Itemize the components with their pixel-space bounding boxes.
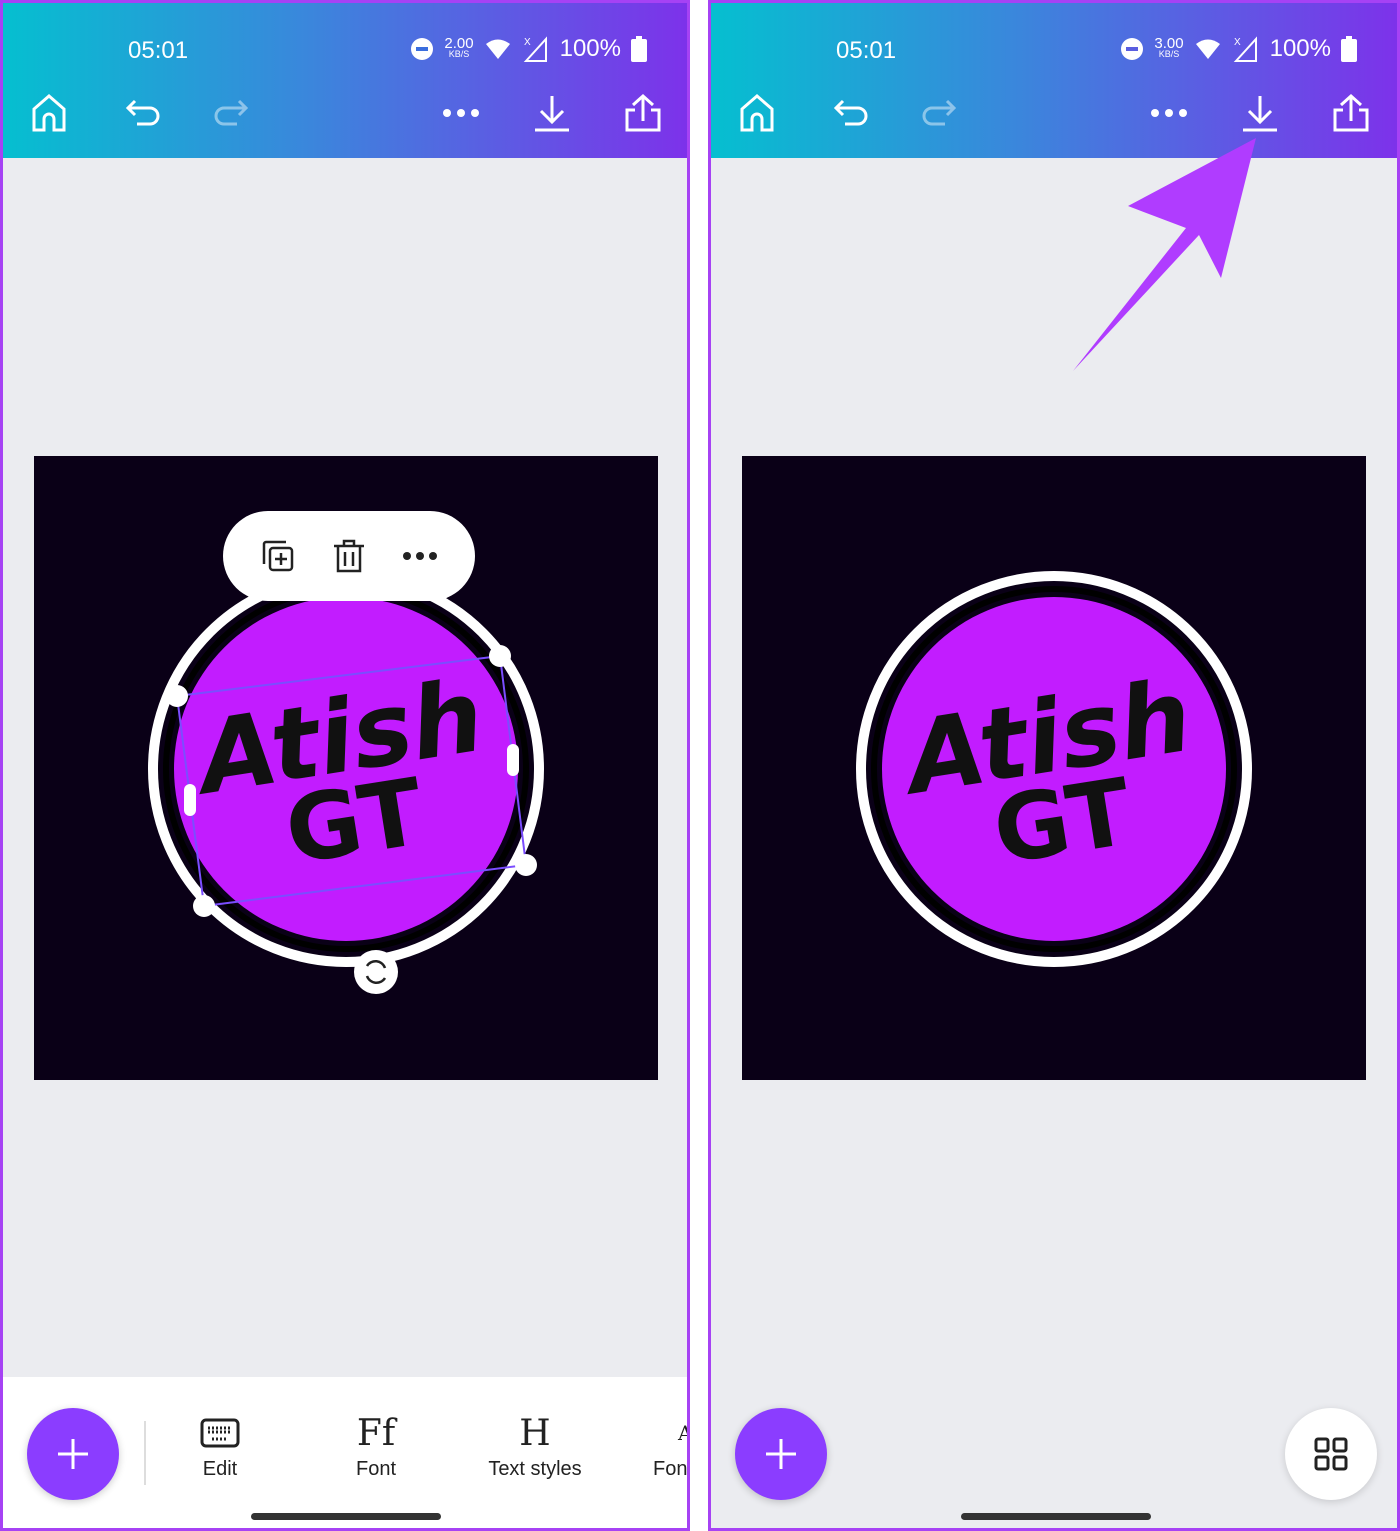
battery-percent: 100% [559, 35, 621, 62]
annotation-arrow [1073, 138, 1256, 371]
rotate-handle[interactable] [354, 950, 398, 994]
phone-screen-left: 05:01 2.00 KB/S X 100% Atish GT Edit Ff Fo… [0, 0, 690, 1531]
status-time: 05:01 [128, 37, 189, 64]
more-icon [443, 109, 479, 117]
download-icon [535, 96, 569, 132]
logo-text-line2: GT [987, 758, 1139, 885]
svg-text:X: X [524, 37, 531, 48]
tool-text-styles[interactable]: H Text styles [470, 1408, 600, 1481]
tool-font-size[interactable]: AFont [653, 1408, 690, 1481]
share-button[interactable] [621, 91, 665, 135]
keyboard-icon [200, 1418, 240, 1448]
home-indicator[interactable] [961, 1513, 1151, 1520]
add-button[interactable] [735, 1408, 827, 1500]
plus-icon [766, 1439, 796, 1469]
pages-grid-button[interactable] [1285, 1408, 1377, 1500]
home-indicator[interactable] [251, 1513, 441, 1520]
undo-button[interactable] [121, 91, 165, 135]
plus-icon [58, 1439, 88, 1469]
heading-icon: H [519, 1412, 551, 1454]
grid-icon [1314, 1437, 1348, 1471]
tool-label: Edit [202, 1458, 238, 1480]
element-context-menu [223, 511, 475, 601]
tool-label: Text styles [488, 1458, 582, 1480]
home-icon [32, 94, 66, 132]
delete-icon[interactable] [331, 538, 367, 574]
duplicate-icon[interactable] [260, 538, 296, 574]
font-size-icon: A [653, 1408, 687, 1458]
wifi-icon [485, 39, 510, 59]
undo-icon [125, 99, 160, 126]
home-button[interactable] [27, 91, 71, 135]
logo-text-line2: GT [279, 758, 431, 885]
download-button[interactable] [530, 91, 574, 135]
add-button[interactable] [27, 1408, 119, 1500]
more-button[interactable] [439, 91, 483, 135]
no-signal-icon: X [523, 36, 547, 62]
divider [144, 1421, 146, 1485]
redo-button[interactable] [209, 91, 253, 135]
phone-screen-right: 05:01 3.00 KB/S X 100% Atish GT [708, 0, 1400, 1531]
design-canvas[interactable]: Atish GT [742, 456, 1366, 1080]
top-bar: 05:01 2.00 KB/S X 100% [3, 3, 687, 158]
network-speed: 2.00 KB/S [444, 35, 474, 59]
share-icon [625, 93, 661, 132]
tool-label: Font [653, 1458, 690, 1480]
tool-edit[interactable]: Edit [155, 1408, 285, 1481]
font-icon: Ff [356, 1412, 396, 1454]
dnd-icon [411, 38, 434, 60]
more-icon[interactable] [402, 551, 438, 561]
battery-icon [631, 36, 647, 62]
status-icons: 2.00 KB/S X 100% [410, 35, 647, 63]
logo-graphic: Atish GT [856, 571, 1252, 967]
redo-icon [214, 99, 249, 126]
tool-font[interactable]: Ff Font [311, 1408, 441, 1481]
tool-label: Font [355, 1458, 397, 1480]
